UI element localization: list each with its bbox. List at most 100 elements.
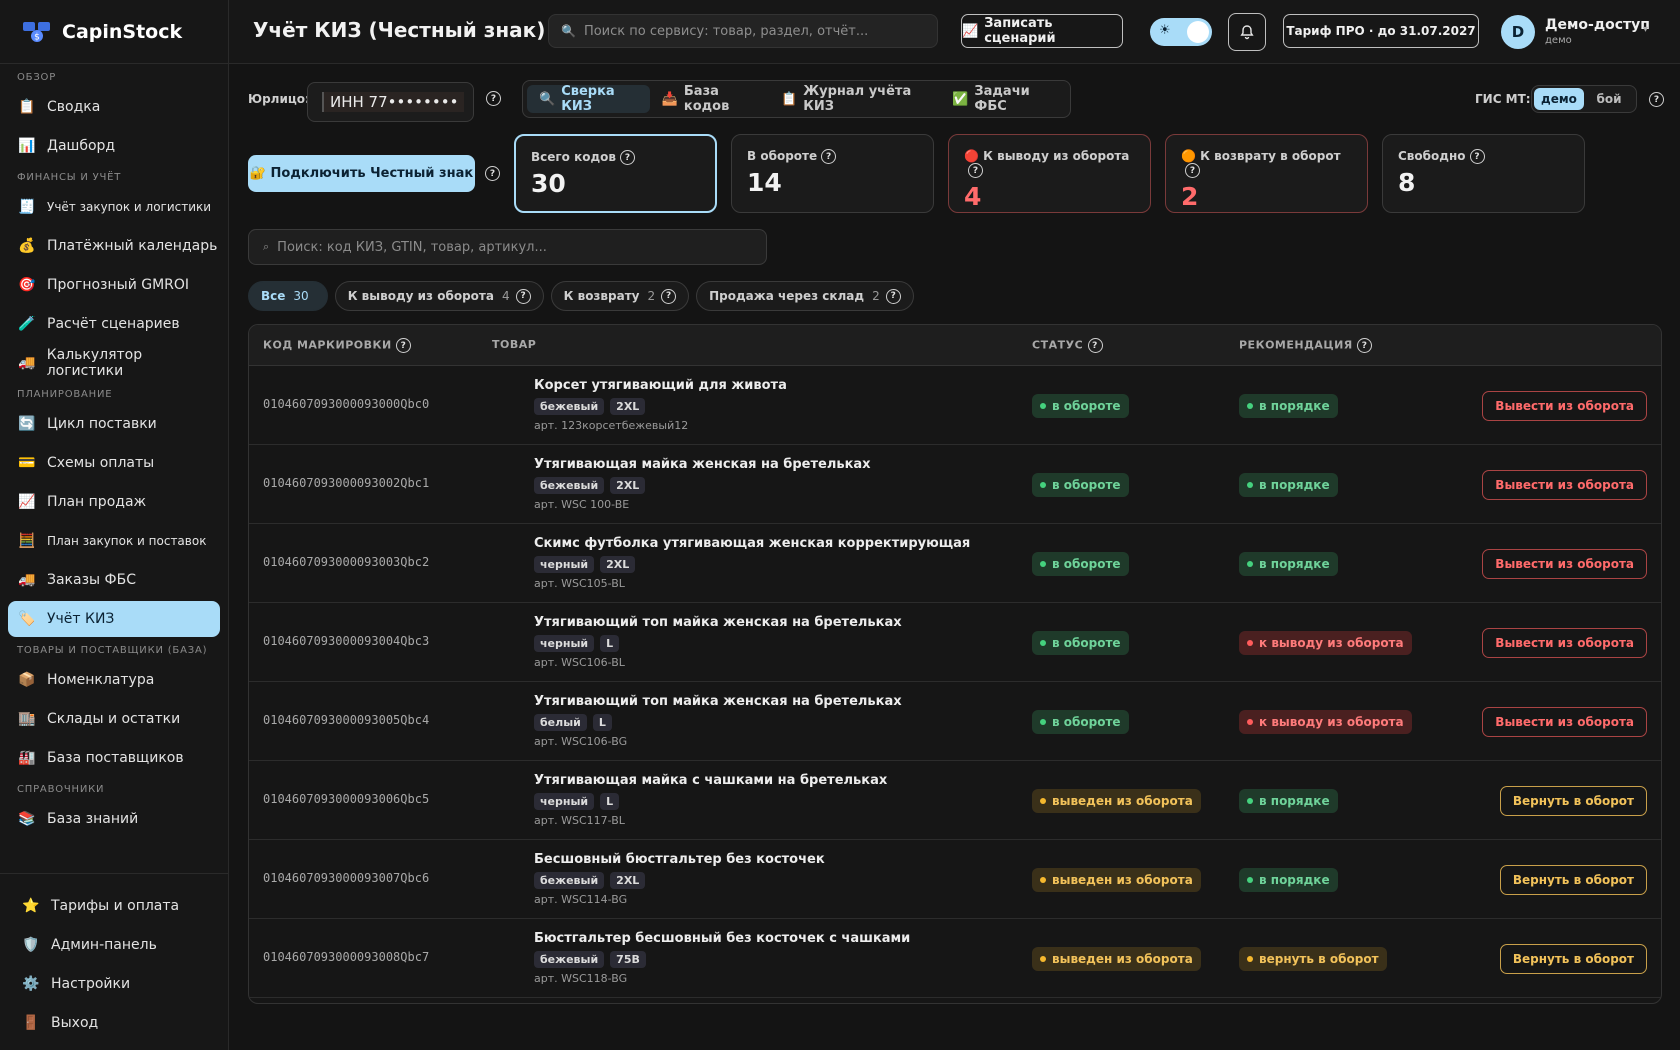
stat-card[interactable]: 🟠 К возврату в оборот? 2 xyxy=(1165,134,1368,213)
sidebar-item[interactable]: 🔄 Цикл поставки xyxy=(8,406,220,442)
sidebar-item-label: Админ-панель xyxy=(51,937,157,953)
filter-chip[interactable]: К возврату 2? xyxy=(550,281,690,311)
row-action-button[interactable]: Вывести из оборота xyxy=(1482,549,1647,579)
sidebar-item-icon: 💰 xyxy=(18,238,36,254)
tab-label: Журнал учёта КИЗ xyxy=(803,84,912,114)
tab-3[interactable]: 📋 Журнал учёта КИЗ xyxy=(769,84,940,114)
avatar[interactable]: D xyxy=(1501,15,1535,49)
row-action-button[interactable]: Вывести из оборота xyxy=(1482,707,1647,737)
stat-card[interactable]: Всего кодов? 30 xyxy=(514,134,717,213)
product-name[interactable]: Бюстгальтер бесшовный без косточек с чаш… xyxy=(534,931,910,946)
stat-card[interactable]: В обороте? 14 xyxy=(731,134,934,213)
global-search-input[interactable]: 🔍 Поиск по сервису: товар, раздел, отчёт… xyxy=(548,14,938,48)
recommendation-badge: к выводу из оборота xyxy=(1239,710,1412,734)
row-action-button[interactable]: Вывести из оборота xyxy=(1482,470,1647,500)
stat-card[interactable]: Свободно? 8 xyxy=(1382,134,1585,213)
theme-toggle[interactable]: ☀ xyxy=(1150,18,1212,46)
sidebar-item[interactable]: 🧮 План закупок и поставок xyxy=(8,523,220,559)
product-name[interactable]: Утягивающий топ майка женская на бретель… xyxy=(534,694,902,709)
tab-label: Задачи ФБС xyxy=(974,84,1030,114)
product-name[interactable]: Скимс футболка утягивающая женская корре… xyxy=(534,536,970,551)
help-icon[interactable]: ? xyxy=(968,163,983,178)
help-icon[interactable]: ? xyxy=(1649,92,1664,107)
help-icon[interactable]: ? xyxy=(885,288,901,304)
recommendation-badge: в порядке xyxy=(1239,868,1338,892)
row-action-button[interactable]: Вернуть в оборот xyxy=(1499,865,1647,895)
filter-chip[interactable]: Продажа через склад 2? xyxy=(696,281,914,311)
tab-1[interactable]: 🔍 Сверка КИЗ xyxy=(527,84,650,114)
sidebar-item[interactable]: 🧾 Учёт закупок и логистики xyxy=(8,189,220,225)
product-name[interactable]: Бесшовный бюстгальтер без косточек xyxy=(534,852,825,867)
help-icon[interactable]: ? xyxy=(396,338,412,353)
kiz-search-input[interactable]: ⌕ Поиск: код КИЗ, GTIN, товар, артикул..… xyxy=(248,229,767,265)
sidebar-item[interactable]: 🚚 Заказы ФБС xyxy=(8,562,220,598)
entity-select[interactable]: ИНН 77•••••••• xyxy=(307,82,474,122)
help-icon[interactable]: ? xyxy=(661,288,677,304)
sidebar-item[interactable]: 🏬 Склады и остатки xyxy=(8,701,220,737)
tab-2[interactable]: 📥 База кодов xyxy=(650,84,769,114)
sidebar-item[interactable]: 💳 Схемы оплаты xyxy=(8,445,220,481)
status-label: выведен из оборота xyxy=(1052,873,1193,887)
logo[interactable]: $ CapinStock xyxy=(0,0,228,64)
table-row: 0104607093000093004Qbc3 Утягивающий топ м… xyxy=(249,603,1661,682)
sidebar-item[interactable]: 🏭 База поставщиков xyxy=(8,740,220,776)
sidebar-item[interactable]: 📈 План продаж xyxy=(8,484,220,520)
gis-option[interactable]: демо xyxy=(1534,88,1584,110)
row-action-button[interactable]: Вернуть в оборот xyxy=(1499,944,1647,974)
tab-4[interactable]: ✅ Задачи ФБС xyxy=(940,84,1066,114)
sidebar-item[interactable]: 🚚 Калькулятор логистики xyxy=(8,345,220,381)
sidebar-item[interactable]: 📋 Сводка xyxy=(8,89,220,125)
filter-chip[interactable]: Все 30 xyxy=(248,281,328,311)
connect-chestny-znak-button[interactable]: 🔐 Подключить Честный знак xyxy=(248,155,475,192)
sidebar-item-icon: 🚚 xyxy=(18,572,36,588)
product-tag: L xyxy=(600,635,620,652)
help-icon[interactable]: ? xyxy=(485,166,500,181)
sidebar-item[interactable]: 📚 База знаний xyxy=(8,801,220,837)
product-name[interactable]: Утягивающая майка с чашками на бретелька… xyxy=(534,773,887,788)
product-name[interactable]: Утягивающая майка женская на бретельках xyxy=(534,457,871,472)
help-icon[interactable]: ? xyxy=(1357,338,1373,353)
kiz-code: 0104607093000093008Qbc7 xyxy=(263,950,430,964)
row-action-button[interactable]: Вывести из оборота xyxy=(1482,628,1647,658)
row-action-button[interactable]: Вернуть в оборот xyxy=(1499,786,1647,816)
tab-icon: 🔍 xyxy=(539,91,556,107)
help-icon[interactable]: ? xyxy=(1185,163,1200,178)
product-name[interactable]: Утягивающий топ майка женская на бретель… xyxy=(534,615,902,630)
sidebar-bottom-item[interactable]: 🛡️ Админ-панель xyxy=(8,927,221,963)
kiz-table: КОД МАРКИРОВКИ ? ТОВАР СТАТУС ? РЕКОМЕНД… xyxy=(248,324,1662,1004)
sidebar-bottom-item[interactable]: 🚪 Выход xyxy=(8,1005,221,1041)
sidebar-bottom-item[interactable]: ⚙️ Настройки xyxy=(8,966,221,1002)
product-tags: черный L xyxy=(534,793,620,810)
sidebar-bottom-item[interactable]: ⭐ Тарифы и оплата xyxy=(8,888,221,924)
user-name[interactable]: Демо-доступ xyxy=(1545,17,1650,33)
sidebar-item[interactable]: 📊 Дашборд xyxy=(8,128,220,164)
sidebar-item[interactable]: 🎯 Прогнозный GMROI xyxy=(8,267,220,303)
notifications-button[interactable] xyxy=(1228,13,1266,51)
sidebar-item-icon: 💳 xyxy=(18,455,36,471)
help-icon[interactable]: ? xyxy=(821,149,837,164)
filter-chip-count: 2 xyxy=(647,289,656,303)
recommendation-label: в порядке xyxy=(1259,399,1330,413)
gis-option[interactable]: бой xyxy=(1584,88,1634,110)
tariff-button[interactable]: Тариф ПРО · до 31.07.2027 xyxy=(1283,14,1479,48)
product-article: арт. WSC117-BL xyxy=(534,814,625,827)
help-icon[interactable]: ? xyxy=(515,288,531,304)
table-row: 0104607093000093003Qbc2 Скимс футболка ут… xyxy=(249,524,1661,603)
product-name[interactable]: Корсет утягивающий для живота xyxy=(534,378,787,393)
sidebar-item[interactable]: 🧪 Расчёт сценариев xyxy=(8,306,220,342)
sidebar-item[interactable]: 🏷️ Учёт КИЗ xyxy=(8,601,220,637)
help-icon[interactable]: ? xyxy=(486,91,501,106)
stat-card[interactable]: 🔴 К выводу из оборота? 4 xyxy=(948,134,1151,213)
help-icon[interactable]: ? xyxy=(1469,149,1485,164)
record-scenario-button[interactable]: 📈 Записать сценарий xyxy=(961,14,1123,48)
help-icon[interactable]: ? xyxy=(620,150,636,165)
kiz-code: 0104607093000093000Qbc0 xyxy=(263,397,430,411)
stat-value: 8 xyxy=(1398,168,1416,197)
filter-chip[interactable]: К выводу из оборота 4? xyxy=(334,281,544,311)
row-action-button[interactable]: Вывести из оборота xyxy=(1482,391,1647,421)
sidebar-item[interactable]: 📦 Номенклатура xyxy=(8,662,220,698)
sidebar-item[interactable]: 💰 Платёжный календарь xyxy=(8,228,220,264)
chevron-down-icon[interactable]: ▾ xyxy=(1643,24,1648,35)
recommendation-dot xyxy=(1247,482,1253,488)
help-icon[interactable]: ? xyxy=(1087,338,1103,353)
